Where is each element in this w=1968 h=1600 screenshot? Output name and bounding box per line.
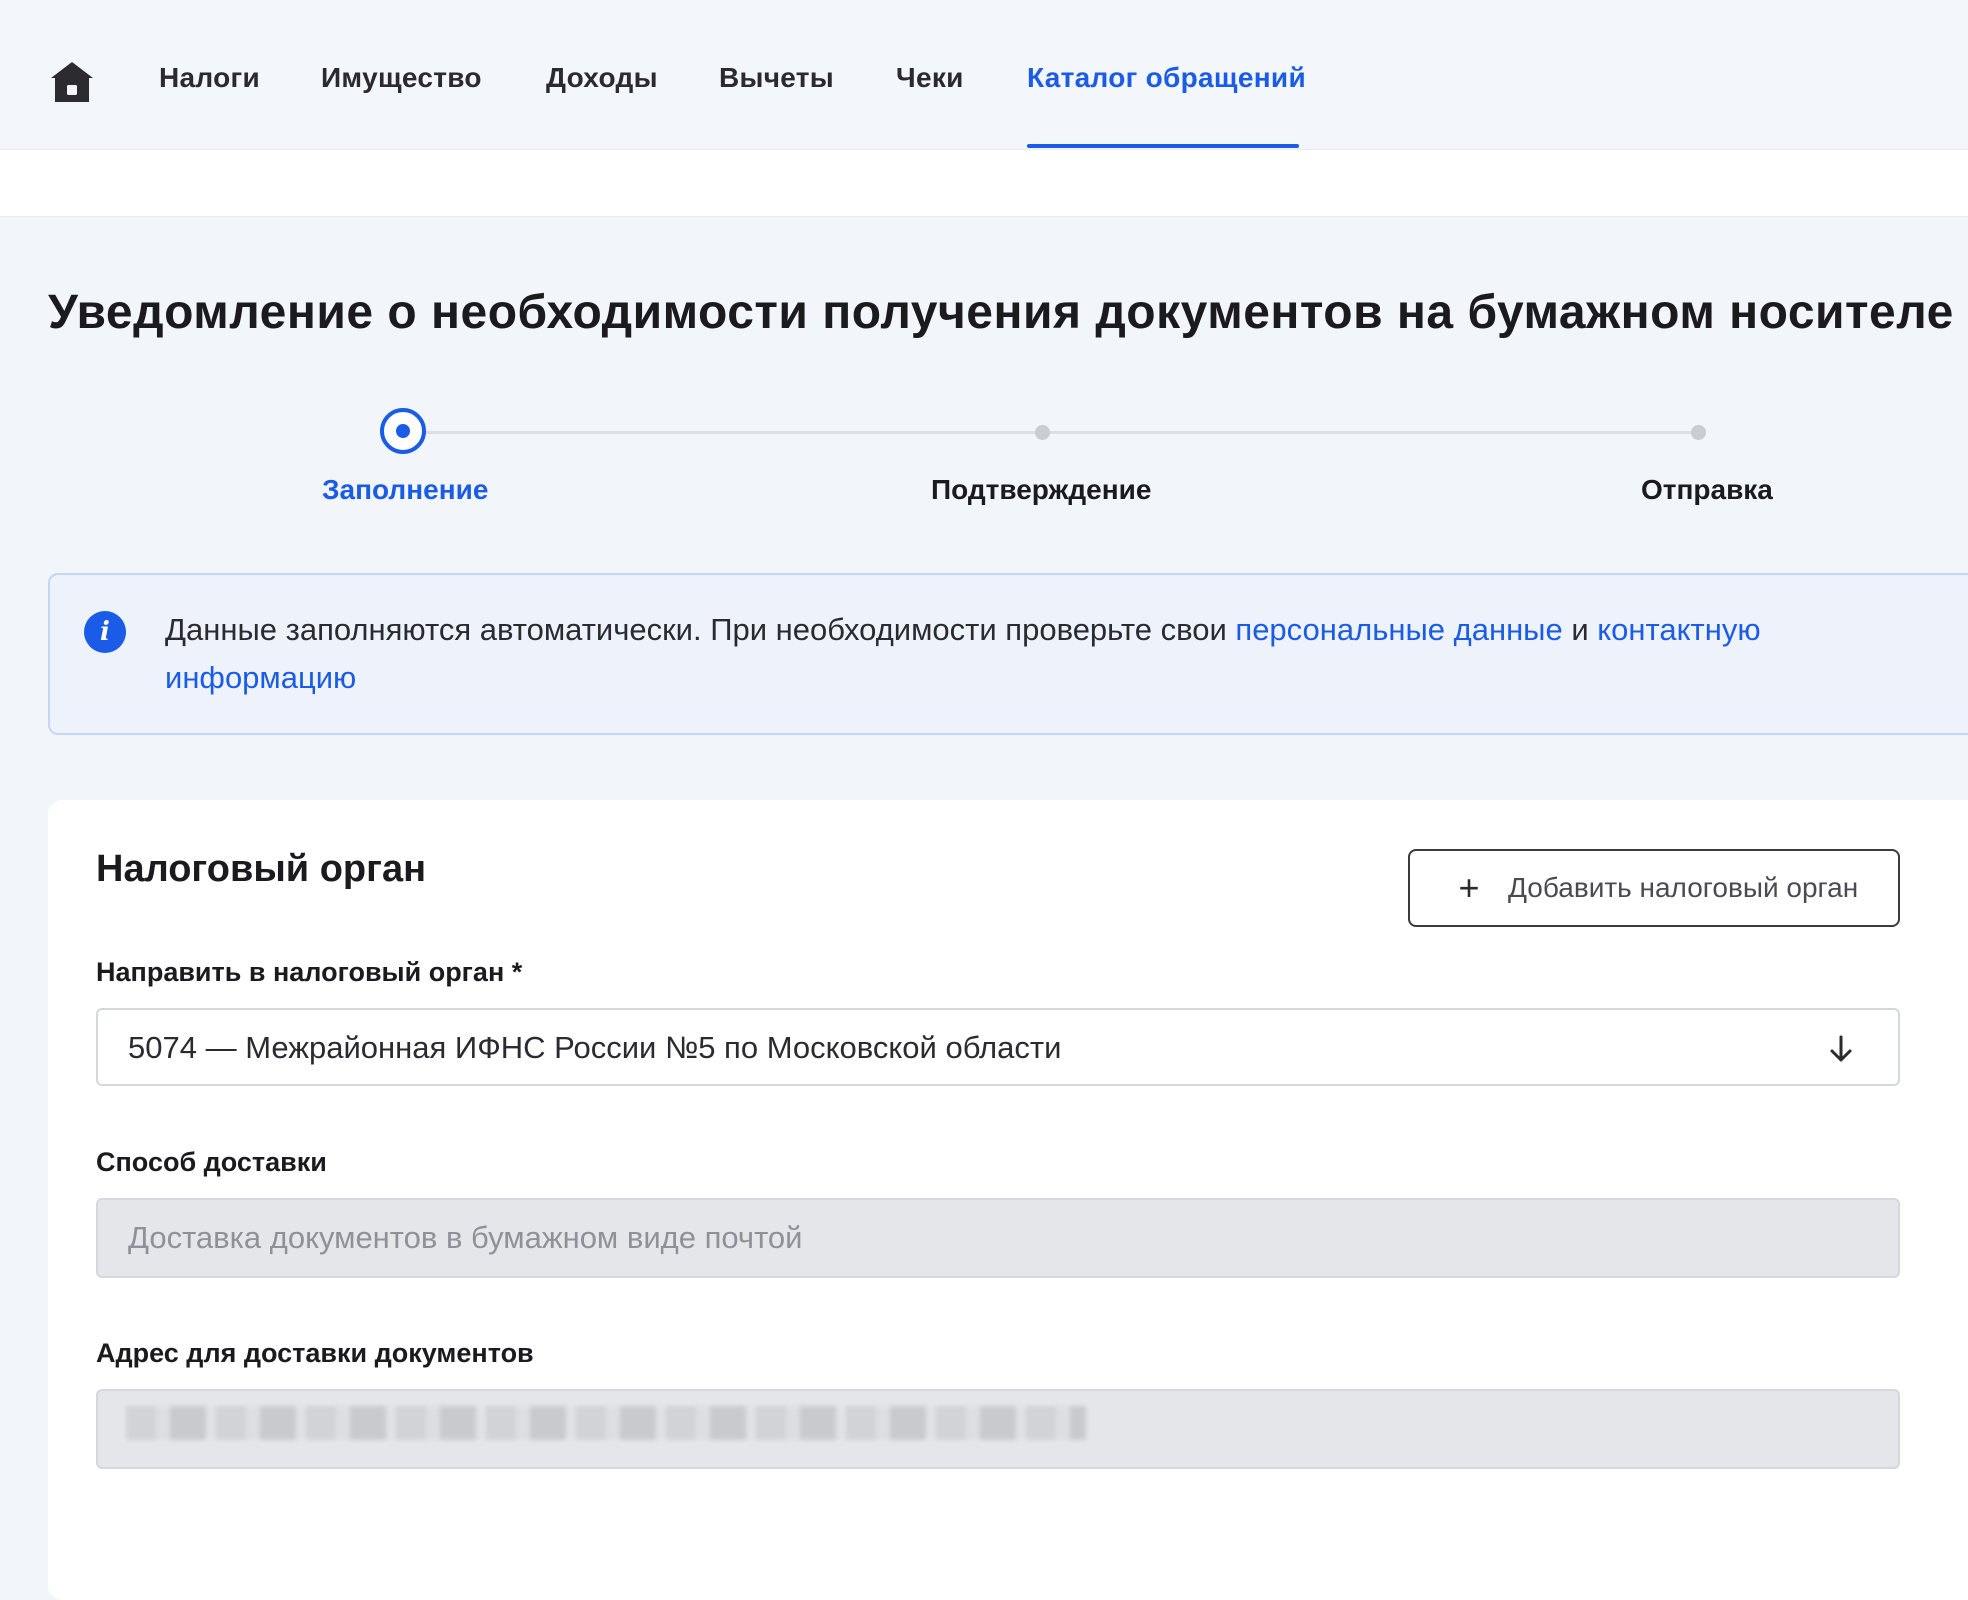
info-text: Данные заполняются автоматически. При не…: [165, 606, 1945, 702]
home-icon[interactable]: [48, 58, 96, 106]
info-text-between: и: [1562, 612, 1598, 647]
top-navigation: Налоги Имущество Доходы Вычеты Чеки Ката…: [0, 0, 1968, 149]
tax-office-select[interactable]: 5074 — Межрайонная ИФНС России №5 по Мос…: [96, 1008, 1900, 1086]
step-label-sending: Отправка: [1641, 474, 1773, 505]
info-text-start: Данные заполняются автоматически. При не…: [165, 612, 1236, 647]
step-current-indicator: [380, 408, 426, 454]
nav-receipts[interactable]: Чеки: [896, 62, 964, 94]
step-label-filling: Заполнение: [322, 474, 489, 505]
tax-office-label: Направить в налоговый орган *: [96, 957, 523, 987]
nav-appeals-catalog[interactable]: Каталог обращений: [1027, 62, 1306, 94]
add-tax-office-button[interactable]: + Добавить налоговый орган: [1408, 849, 1900, 927]
blurred-address-text: [126, 1406, 1086, 1440]
nav-income[interactable]: Доходы: [546, 62, 658, 94]
step-dot-confirmation: [1035, 425, 1050, 440]
arrow-down-icon: [1830, 1035, 1852, 1062]
active-nav-indicator: [1027, 144, 1299, 148]
breadcrumb-bar: [0, 149, 1968, 217]
nav-property[interactable]: Имущество: [321, 62, 482, 94]
nav-taxes[interactable]: Налоги: [159, 62, 260, 94]
add-tax-office-label: Добавить налоговый орган: [1508, 872, 1859, 903]
stepper-line-1: [426, 431, 1042, 434]
delivery-address-label: Адрес для доставки документов: [96, 1338, 534, 1368]
stepper-line-2: [1050, 431, 1698, 434]
step-dot-sending: [1691, 425, 1706, 440]
step-label-confirmation: Подтверждение: [931, 474, 1152, 505]
section-title: Налоговый орган: [96, 848, 427, 890]
page-title: Уведомление о необходимости получения до…: [48, 286, 1954, 339]
plus-icon: +: [1458, 867, 1480, 908]
nav-deductions[interactable]: Вычеты: [719, 62, 834, 94]
info-icon: i: [84, 611, 126, 653]
delivery-method-label: Способ доставки: [96, 1147, 327, 1177]
tax-office-value: 5074 — Межрайонная ИФНС России №5 по Мос…: [128, 1030, 1062, 1065]
personal-data-link[interactable]: персональные данные: [1235, 612, 1562, 647]
delivery-method-field: [96, 1198, 1900, 1278]
